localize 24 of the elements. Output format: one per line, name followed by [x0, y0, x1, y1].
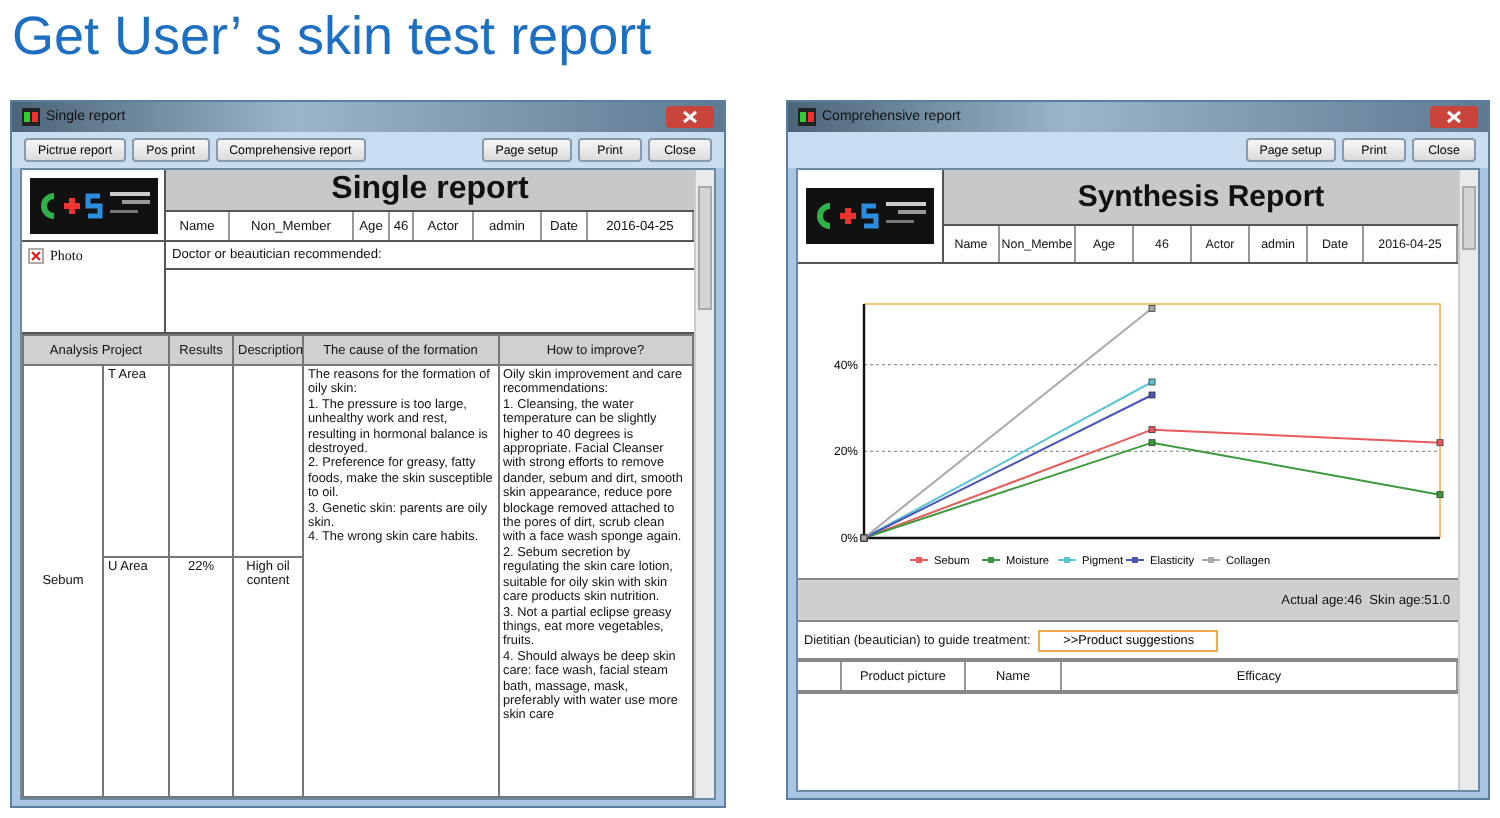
legend-marker [1201, 557, 1221, 563]
data-point [1148, 426, 1156, 434]
page-heading: Get User’ s skin test report [10, 4, 652, 70]
close-icon[interactable] [666, 106, 714, 128]
data-point [1148, 391, 1156, 399]
legend-marker [909, 557, 929, 563]
data-point [1148, 304, 1156, 312]
broken-image-icon [28, 248, 44, 264]
scrollbar[interactable] [1458, 170, 1478, 790]
app-icon [22, 108, 40, 126]
data-point [1148, 378, 1156, 386]
report-title: Synthesis Report [944, 170, 1458, 226]
logo-drawing [806, 188, 934, 244]
data-point [1436, 491, 1444, 499]
legend-marker [1057, 557, 1077, 563]
data-point [1436, 439, 1444, 447]
data-point [1148, 439, 1156, 447]
scrollbar[interactable] [694, 170, 714, 798]
logo-drawing [29, 177, 157, 233]
app-icon [798, 108, 816, 126]
report-title: Single report [166, 170, 694, 212]
legend-marker [1125, 557, 1145, 563]
close-icon[interactable] [1430, 106, 1478, 128]
legend-marker [981, 557, 1001, 563]
